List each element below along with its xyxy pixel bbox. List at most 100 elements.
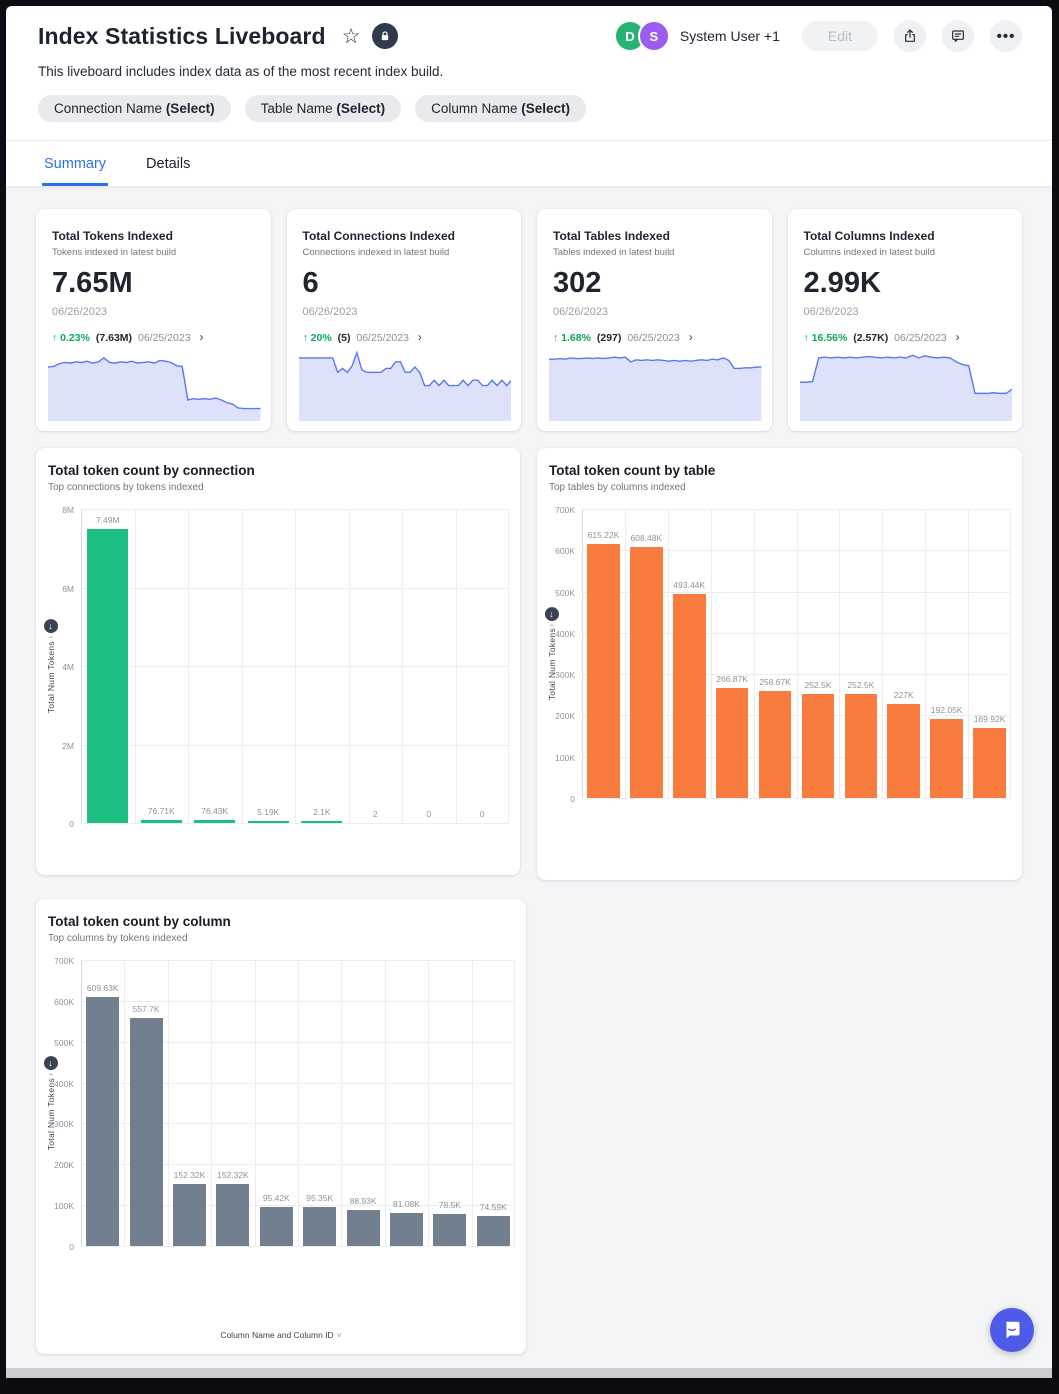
share-button[interactable] <box>894 20 926 52</box>
bar[interactable] <box>477 1216 510 1246</box>
gridline <box>582 509 583 798</box>
kpi-date: 06/26/2023 <box>553 306 756 318</box>
bar[interactable] <box>673 594 706 798</box>
bar[interactable] <box>248 821 289 823</box>
comment-button[interactable] <box>942 20 974 52</box>
bar-plot: 615.22K608.48K493.44K266.87K258.67K252.5… <box>582 509 1011 798</box>
tab-details[interactable]: Details <box>144 141 192 186</box>
bar[interactable] <box>86 997 119 1246</box>
y-tick-label: 0 <box>69 1242 74 1252</box>
kpi-change-value: (297) <box>597 332 622 344</box>
bar[interactable] <box>802 694 835 798</box>
favorite-star-icon[interactable]: ☆ <box>342 24 361 49</box>
chart-title: Total token count by table <box>537 463 1022 478</box>
kpi-sparkline <box>800 345 1013 421</box>
bar[interactable] <box>759 691 792 798</box>
bar-plot: 609.63K557.7K152.32K152.32K95.42K95.35K8… <box>81 960 515 1246</box>
gridline <box>1010 509 1011 798</box>
bar[interactable] <box>216 1184 249 1246</box>
more-options-button[interactable]: ••• <box>990 20 1022 52</box>
bar[interactable] <box>130 1018 163 1246</box>
bar-value-label: 252.5K <box>797 680 840 690</box>
bar-value-label: 608.48K <box>625 533 668 543</box>
bar[interactable] <box>260 1207 293 1246</box>
bar[interactable] <box>716 688 749 798</box>
gridline <box>242 509 243 823</box>
bar[interactable] <box>141 820 182 823</box>
bar-value-label: 192.05K <box>925 705 968 715</box>
gridline <box>211 960 212 1246</box>
chevron-right-icon[interactable]: › <box>956 330 960 344</box>
gridline <box>81 1246 515 1247</box>
kpi-card[interactable]: Total Connections Indexed Connections in… <box>287 209 522 431</box>
bar[interactable] <box>433 1214 466 1246</box>
y-tick-label: 500K <box>555 588 575 598</box>
filter-chip-connection-name[interactable]: Connection Name (Select) <box>38 95 231 122</box>
bar[interactable] <box>87 529 128 823</box>
chart-token-count-by-connection: Total token count by connection Top conn… <box>36 448 520 875</box>
bar[interactable] <box>173 1184 206 1246</box>
gridline <box>255 960 256 1246</box>
tab-summary[interactable]: Summary <box>42 141 108 186</box>
chat-launcher-button[interactable] <box>990 1308 1034 1352</box>
kpi-date: 06/26/2023 <box>52 306 255 318</box>
chart-token-count-by-column: Total token count by column Top columns … <box>36 899 526 1354</box>
bar-value-label: 169.92K <box>968 714 1011 724</box>
bar[interactable] <box>303 1207 336 1246</box>
bar-value-label: 78.5K <box>428 1200 471 1210</box>
bar-value-label: 95.35K <box>298 1193 341 1203</box>
gridline <box>882 509 883 798</box>
gridline <box>925 509 926 798</box>
gridline <box>711 509 712 798</box>
x-axis-label[interactable]: Column Name and Column ID˅ <box>36 1330 526 1340</box>
kpi-change: ↑ 16.56% (2.57K) 06/25/2023 › <box>804 330 1007 344</box>
chart-subtitle: Top connections by tokens indexed <box>36 482 520 493</box>
kpi-change: ↑ 0.23% (7.63M) 06/25/2023 › <box>52 330 255 344</box>
bar[interactable] <box>630 547 663 798</box>
bar[interactable] <box>930 719 963 798</box>
bar-plot: 7.49M76.71K76.43K5.19K2.1K200 <box>81 509 509 823</box>
y-tick-label: 200K <box>555 711 575 721</box>
bar[interactable] <box>845 694 878 798</box>
kpi-card[interactable]: Total Tables Indexed Tables indexed in l… <box>537 209 772 431</box>
ellipsis-icon: ••• <box>997 28 1016 45</box>
bar[interactable] <box>587 544 620 798</box>
chart-subtitle: Top tables by columns indexed <box>537 482 1022 493</box>
edit-button[interactable]: Edit <box>802 21 878 51</box>
liveboard-app: Index Statistics Liveboard ☆ D S System … <box>6 6 1052 1368</box>
gridline <box>582 798 1011 799</box>
bar[interactable] <box>973 728 1006 798</box>
bar[interactable] <box>347 1210 380 1246</box>
bar-value-label: 74.59K <box>472 1202 515 1212</box>
bar-value-label: 493.44K <box>668 580 711 590</box>
bar-value-label: 88.93K <box>341 1196 384 1206</box>
bar[interactable] <box>194 820 235 823</box>
kpi-value: 2.99K <box>804 267 1007 300</box>
kpi-change-date: 06/25/2023 <box>627 332 680 344</box>
chevron-right-icon[interactable]: › <box>689 330 693 344</box>
filter-chip-column-name[interactable]: Column Name (Select) <box>415 95 586 122</box>
bar-value-label: 5.19K <box>242 807 296 817</box>
avatar[interactable]: S <box>638 20 670 52</box>
bar-value-label: 258.67K <box>754 677 797 687</box>
chevron-right-icon[interactable]: › <box>418 330 422 344</box>
gridline <box>968 509 969 798</box>
kpi-subtitle: Tables indexed in latest build <box>553 247 756 258</box>
gridline <box>797 509 798 798</box>
gridline <box>81 823 509 824</box>
filter-name: Table Name <box>261 101 337 116</box>
window-footer-strip <box>6 1368 1052 1378</box>
chart-token-count-by-table: Total token count by table Top tables by… <box>537 448 1022 880</box>
kpi-card[interactable]: Total Columns Indexed Columns indexed in… <box>788 209 1023 431</box>
bar[interactable] <box>887 704 920 798</box>
kpi-title: Total Connections Indexed <box>303 229 506 243</box>
filter-chip-table-name[interactable]: Table Name (Select) <box>245 95 402 122</box>
bar[interactable] <box>390 1213 423 1246</box>
chart-subtitle: Top columns by tokens indexed <box>36 933 526 944</box>
bar-value-label: 76.71K <box>135 806 189 816</box>
kpi-card[interactable]: Total Tokens Indexed Tokens indexed in l… <box>36 209 271 431</box>
bar[interactable] <box>301 821 342 823</box>
y-tick-label: 600K <box>555 546 575 556</box>
chevron-right-icon[interactable]: › <box>199 330 203 344</box>
kpi-change-date: 06/25/2023 <box>138 332 191 344</box>
